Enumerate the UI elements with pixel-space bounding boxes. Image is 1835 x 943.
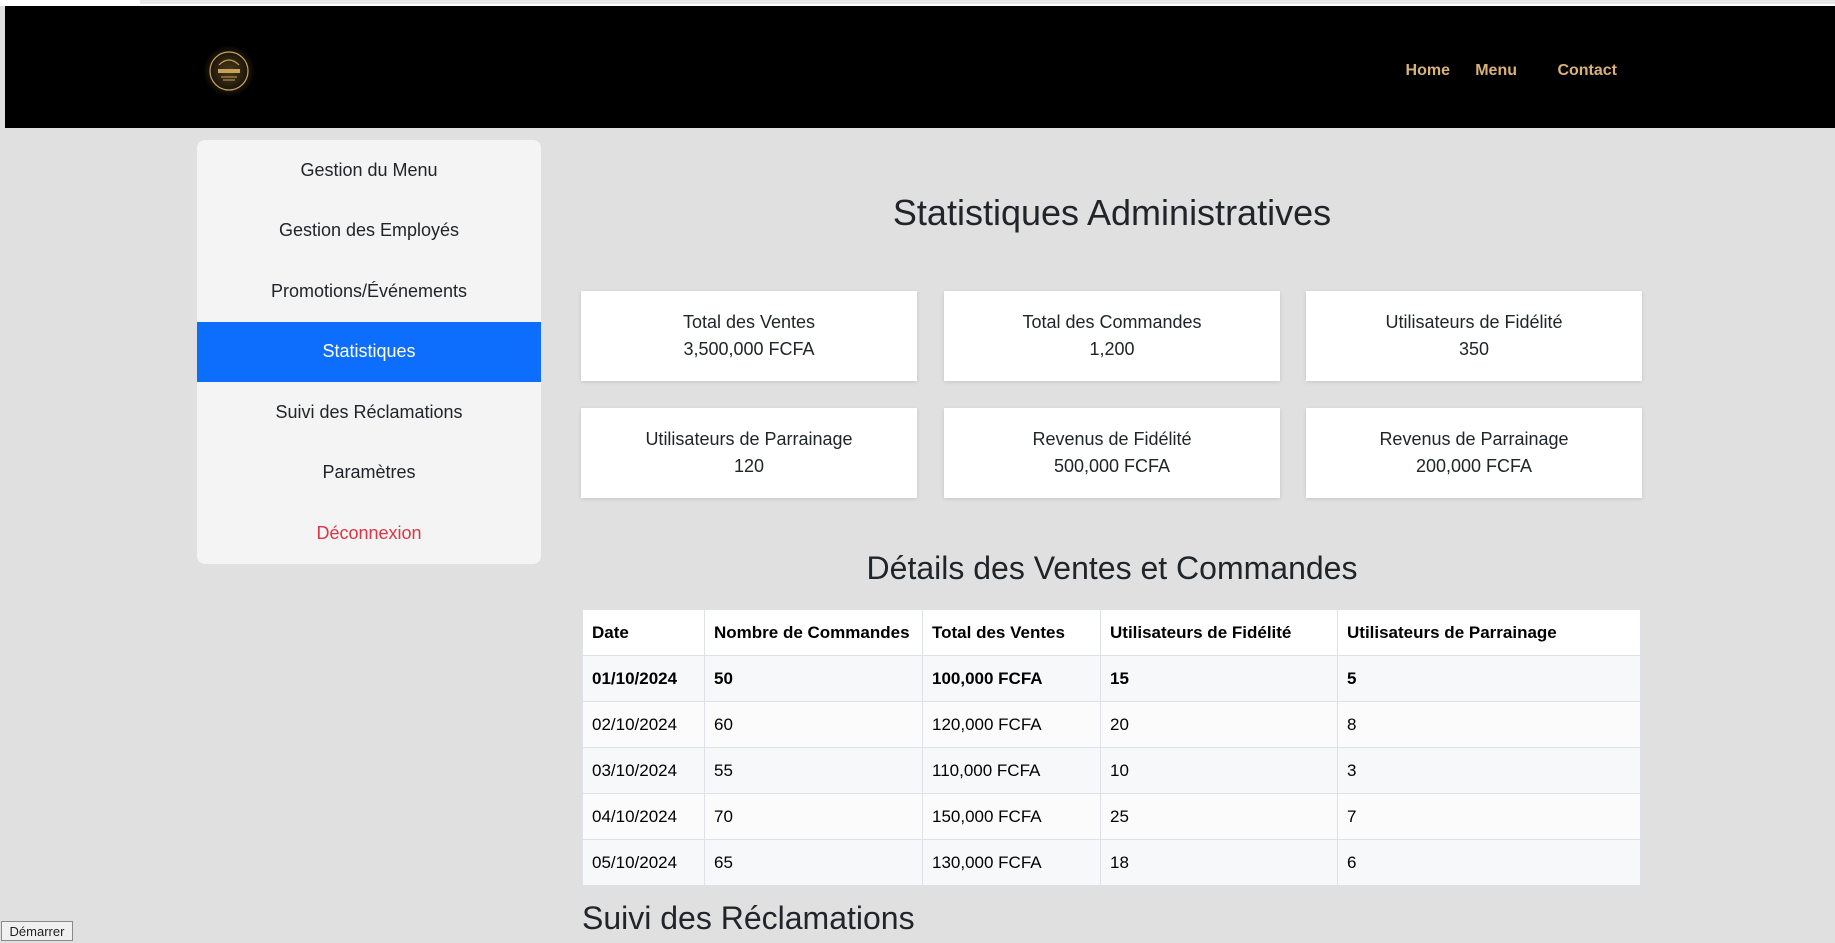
nav-contact[interactable]: Contact bbox=[1557, 62, 1617, 80]
table-cell: 01/10/2024 bbox=[582, 655, 705, 702]
stat-card-value: 500,000 FCFA bbox=[1053, 456, 1171, 476]
col-header-nombre-commandes: Nombre de Commandes bbox=[704, 609, 923, 656]
table-cell: 65 bbox=[704, 839, 923, 886]
stat-card-label: Utilisateurs de Parrainage bbox=[645, 429, 853, 449]
stat-card-label: Utilisateurs de Fidélité bbox=[1385, 312, 1563, 332]
sidebar-item-statistiques[interactable]: Statistiques bbox=[197, 321, 541, 382]
stat-card-label: Total des Commandes bbox=[1022, 312, 1202, 332]
col-header-utilisateurs-fidelite: Utilisateurs de Fidélité bbox=[1100, 609, 1338, 656]
top-strip-bar bbox=[140, 0, 1835, 4]
table-cell: 10 bbox=[1100, 747, 1338, 794]
stat-card-label: Total des Ventes bbox=[682, 312, 816, 332]
col-header-total-ventes: Total des Ventes bbox=[922, 609, 1101, 656]
table-cell: 130,000 FCFA bbox=[922, 839, 1101, 886]
sidebar-item-parametres[interactable]: Paramètres bbox=[197, 443, 541, 504]
table-cell: 110,000 FCFA bbox=[922, 747, 1101, 794]
table-cell: 3 bbox=[1337, 747, 1641, 794]
table-cell: 100,000 FCFA bbox=[922, 655, 1101, 702]
table-cell: 18 bbox=[1100, 839, 1338, 886]
table-cell: 120,000 FCFA bbox=[922, 701, 1101, 748]
stat-card-value: 120 bbox=[733, 456, 765, 476]
restaurant-logo-icon[interactable] bbox=[204, 46, 254, 96]
table-cell: 70 bbox=[704, 793, 923, 840]
sidebar-item-promotions[interactable]: Promotions/Événements bbox=[197, 261, 541, 322]
sales-details-table: Date Nombre de Commandes Total des Vente… bbox=[582, 609, 1641, 886]
nav-home[interactable]: Home bbox=[1406, 62, 1450, 80]
stat-card-utilisateurs-parrainage: Utilisateurs de Parrainage 120 bbox=[581, 408, 917, 498]
sidebar-item-deconnexion[interactable]: Déconnexion bbox=[197, 503, 541, 564]
table-cell: 60 bbox=[704, 701, 923, 748]
table-cell: 50 bbox=[704, 655, 923, 702]
table-cell: 7 bbox=[1337, 793, 1641, 840]
table-cell: 02/10/2024 bbox=[582, 701, 705, 748]
stat-card-utilisateurs-fidelite: Utilisateurs de Fidélité 350 bbox=[1306, 291, 1642, 381]
page-title: Statistiques Administratives bbox=[892, 192, 1332, 233]
sidebar-item-gestion-menu[interactable]: Gestion du Menu bbox=[197, 140, 541, 201]
stat-card-label: Revenus de Fidélité bbox=[1032, 429, 1192, 449]
table-cell: 20 bbox=[1100, 701, 1338, 748]
claims-section-title: Suivi des Réclamations bbox=[582, 900, 915, 936]
stat-card-total-ventes: Total des Ventes 3,500,000 FCFA bbox=[581, 291, 917, 381]
table-row: 01/10/2024 50 100,000 FCFA 15 5 bbox=[582, 655, 1641, 702]
table-cell: 5 bbox=[1337, 655, 1641, 702]
table-cell: 15 bbox=[1100, 655, 1338, 702]
details-section-title: Détails des Ventes et Commandes bbox=[866, 550, 1358, 586]
table-cell: 8 bbox=[1337, 701, 1641, 748]
col-header-date: Date bbox=[582, 609, 705, 656]
table-row: 03/10/2024 55 110,000 FCFA 10 3 bbox=[582, 747, 1641, 794]
table-cell: 04/10/2024 bbox=[582, 793, 705, 840]
table-header-row: Date Nombre de Commandes Total des Vente… bbox=[582, 609, 1641, 656]
admin-sidebar: Gestion du Menu Gestion des Employés Pro… bbox=[197, 140, 541, 564]
logo-emblem bbox=[209, 51, 249, 91]
table-cell: 05/10/2024 bbox=[582, 839, 705, 886]
start-button[interactable]: Démarrer bbox=[1, 921, 73, 941]
site-header: Home Menu Contact bbox=[5, 6, 1835, 128]
stat-card-value: 200,000 FCFA bbox=[1415, 456, 1533, 476]
nav-menu[interactable]: Menu bbox=[1475, 62, 1517, 80]
table-row: 04/10/2024 70 150,000 FCFA 25 7 bbox=[582, 793, 1641, 840]
sidebar-item-gestion-employes[interactable]: Gestion des Employés bbox=[197, 201, 541, 262]
stat-card-value: 350 bbox=[1458, 339, 1490, 359]
sidebar-item-reclamations[interactable]: Suivi des Réclamations bbox=[197, 382, 541, 443]
table-cell: 03/10/2024 bbox=[582, 747, 705, 794]
stat-card-total-commandes: Total des Commandes 1,200 bbox=[944, 291, 1280, 381]
stat-card-revenus-fidelite: Revenus de Fidélité 500,000 FCFA bbox=[944, 408, 1280, 498]
table-cell: 150,000 FCFA bbox=[922, 793, 1101, 840]
table-row: 02/10/2024 60 120,000 FCFA 20 8 bbox=[582, 701, 1641, 748]
table-cell: 55 bbox=[704, 747, 923, 794]
stat-card-revenus-parrainage: Revenus de Parrainage 200,000 FCFA bbox=[1306, 408, 1642, 498]
col-header-utilisateurs-parrainage: Utilisateurs de Parrainage bbox=[1337, 609, 1641, 656]
table-cell: 6 bbox=[1337, 839, 1641, 886]
stat-card-value: 1,200 bbox=[1089, 339, 1135, 359]
stat-card-value: 3,500,000 FCFA bbox=[683, 339, 815, 359]
table-row: 05/10/2024 65 130,000 FCFA 18 6 bbox=[582, 839, 1641, 886]
table-cell: 25 bbox=[1100, 793, 1338, 840]
stat-card-label: Revenus de Parrainage bbox=[1379, 429, 1569, 449]
